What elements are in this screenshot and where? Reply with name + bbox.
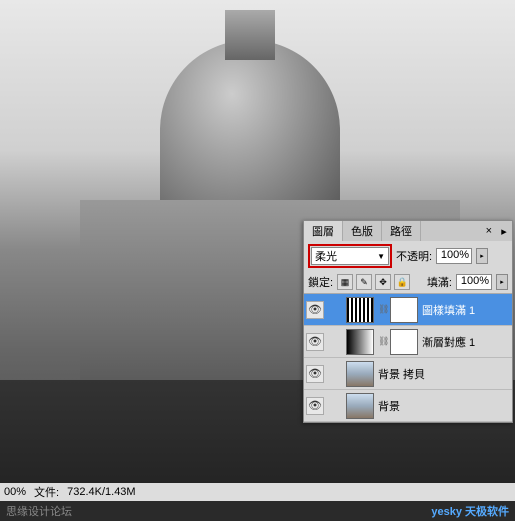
layer-thumbnail[interactable] bbox=[346, 329, 374, 355]
layer-name-label[interactable]: 背景 拷貝 bbox=[378, 366, 510, 382]
blend-mode-value: 柔光 bbox=[315, 248, 337, 264]
tab-channels[interactable]: 色版 bbox=[343, 221, 382, 241]
layer-thumbnail[interactable] bbox=[346, 361, 374, 387]
layers-list: 👁 ⛓ 圖樣填滿 1 👁 ⛓ 漸層對應 1 👁 背景 拷貝 👁 背景 bbox=[304, 294, 512, 422]
lock-image-icon[interactable]: ✎ bbox=[356, 274, 372, 290]
lock-label: 鎖定: bbox=[308, 274, 333, 290]
layer-row[interactable]: 👁 背景 bbox=[304, 390, 512, 422]
fill-slider-icon[interactable]: ▸ bbox=[496, 274, 508, 290]
layer-row[interactable]: 👁 ⛓ 圖樣填滿 1 bbox=[304, 294, 512, 326]
mask-link-icon[interactable]: ⛓ bbox=[378, 336, 386, 347]
lock-all-icon[interactable]: 🔒 bbox=[394, 274, 410, 290]
watermark-left: 思缘设计论坛 bbox=[6, 503, 72, 519]
chevron-down-icon: ▼ bbox=[377, 252, 385, 261]
file-size: 732.4K/1.43M bbox=[67, 486, 136, 498]
watermark-bar: 思缘设计论坛 yesky 天极软件 bbox=[0, 501, 515, 521]
layer-name-label[interactable]: 背景 bbox=[378, 398, 510, 414]
mask-thumbnail[interactable] bbox=[390, 297, 418, 323]
opacity-slider-icon[interactable]: ▸ bbox=[476, 248, 488, 264]
tab-paths[interactable]: 路徑 bbox=[382, 221, 421, 241]
blend-mode-select[interactable]: 柔光 ▼ bbox=[311, 247, 389, 265]
lock-icons-group: ▦ ✎ ✥ 🔒 bbox=[337, 274, 410, 290]
fill-input[interactable]: 100% bbox=[456, 274, 492, 290]
lock-position-icon[interactable]: ✥ bbox=[375, 274, 391, 290]
lock-transparent-icon[interactable]: ▦ bbox=[337, 274, 353, 290]
opacity-input[interactable]: 100% bbox=[436, 248, 472, 264]
layer-thumbnail[interactable] bbox=[346, 393, 374, 419]
tab-layers[interactable]: 圖層 bbox=[304, 221, 343, 241]
blend-mode-highlight: 柔光 ▼ bbox=[308, 244, 392, 268]
visibility-eye-icon[interactable]: 👁 bbox=[306, 397, 324, 415]
layer-row[interactable]: 👁 背景 拷貝 bbox=[304, 358, 512, 390]
tab-close-icon[interactable]: × bbox=[486, 225, 496, 237]
image-content bbox=[225, 10, 275, 60]
visibility-eye-icon[interactable]: 👁 bbox=[306, 333, 324, 351]
visibility-eye-icon[interactable]: 👁 bbox=[306, 301, 324, 319]
mask-link-icon[interactable]: ⛓ bbox=[378, 304, 386, 315]
zoom-level[interactable]: 00% bbox=[4, 486, 26, 498]
file-label: 文件: bbox=[34, 484, 59, 500]
layer-thumbnail[interactable] bbox=[346, 297, 374, 323]
panel-tabs: 圖層 色版 路徑 × ▸ bbox=[304, 221, 512, 241]
visibility-eye-icon[interactable]: 👁 bbox=[306, 365, 324, 383]
mask-thumbnail[interactable] bbox=[390, 329, 418, 355]
layer-row[interactable]: 👁 ⛓ 漸層對應 1 bbox=[304, 326, 512, 358]
layers-panel: 圖層 色版 路徑 × ▸ 柔光 ▼ 不透明: 100% ▸ 鎖定: ▦ ✎ ✥ … bbox=[303, 220, 513, 423]
layer-name-label[interactable]: 漸層對應 1 bbox=[422, 334, 510, 350]
lock-fill-row: 鎖定: ▦ ✎ ✥ 🔒 填滿: 100% ▸ bbox=[304, 271, 512, 293]
blend-opacity-row: 柔光 ▼ 不透明: 100% ▸ bbox=[304, 241, 512, 271]
image-content bbox=[160, 40, 340, 220]
fill-label: 填滿: bbox=[427, 274, 452, 290]
layer-name-label[interactable]: 圖樣填滿 1 bbox=[422, 302, 510, 318]
panel-menu-icon[interactable]: ▸ bbox=[496, 225, 512, 238]
opacity-label: 不透明: bbox=[396, 248, 432, 264]
watermark-right: yesky 天极软件 bbox=[431, 503, 509, 519]
status-bar: 00% 文件: 732.4K/1.43M bbox=[0, 483, 515, 501]
